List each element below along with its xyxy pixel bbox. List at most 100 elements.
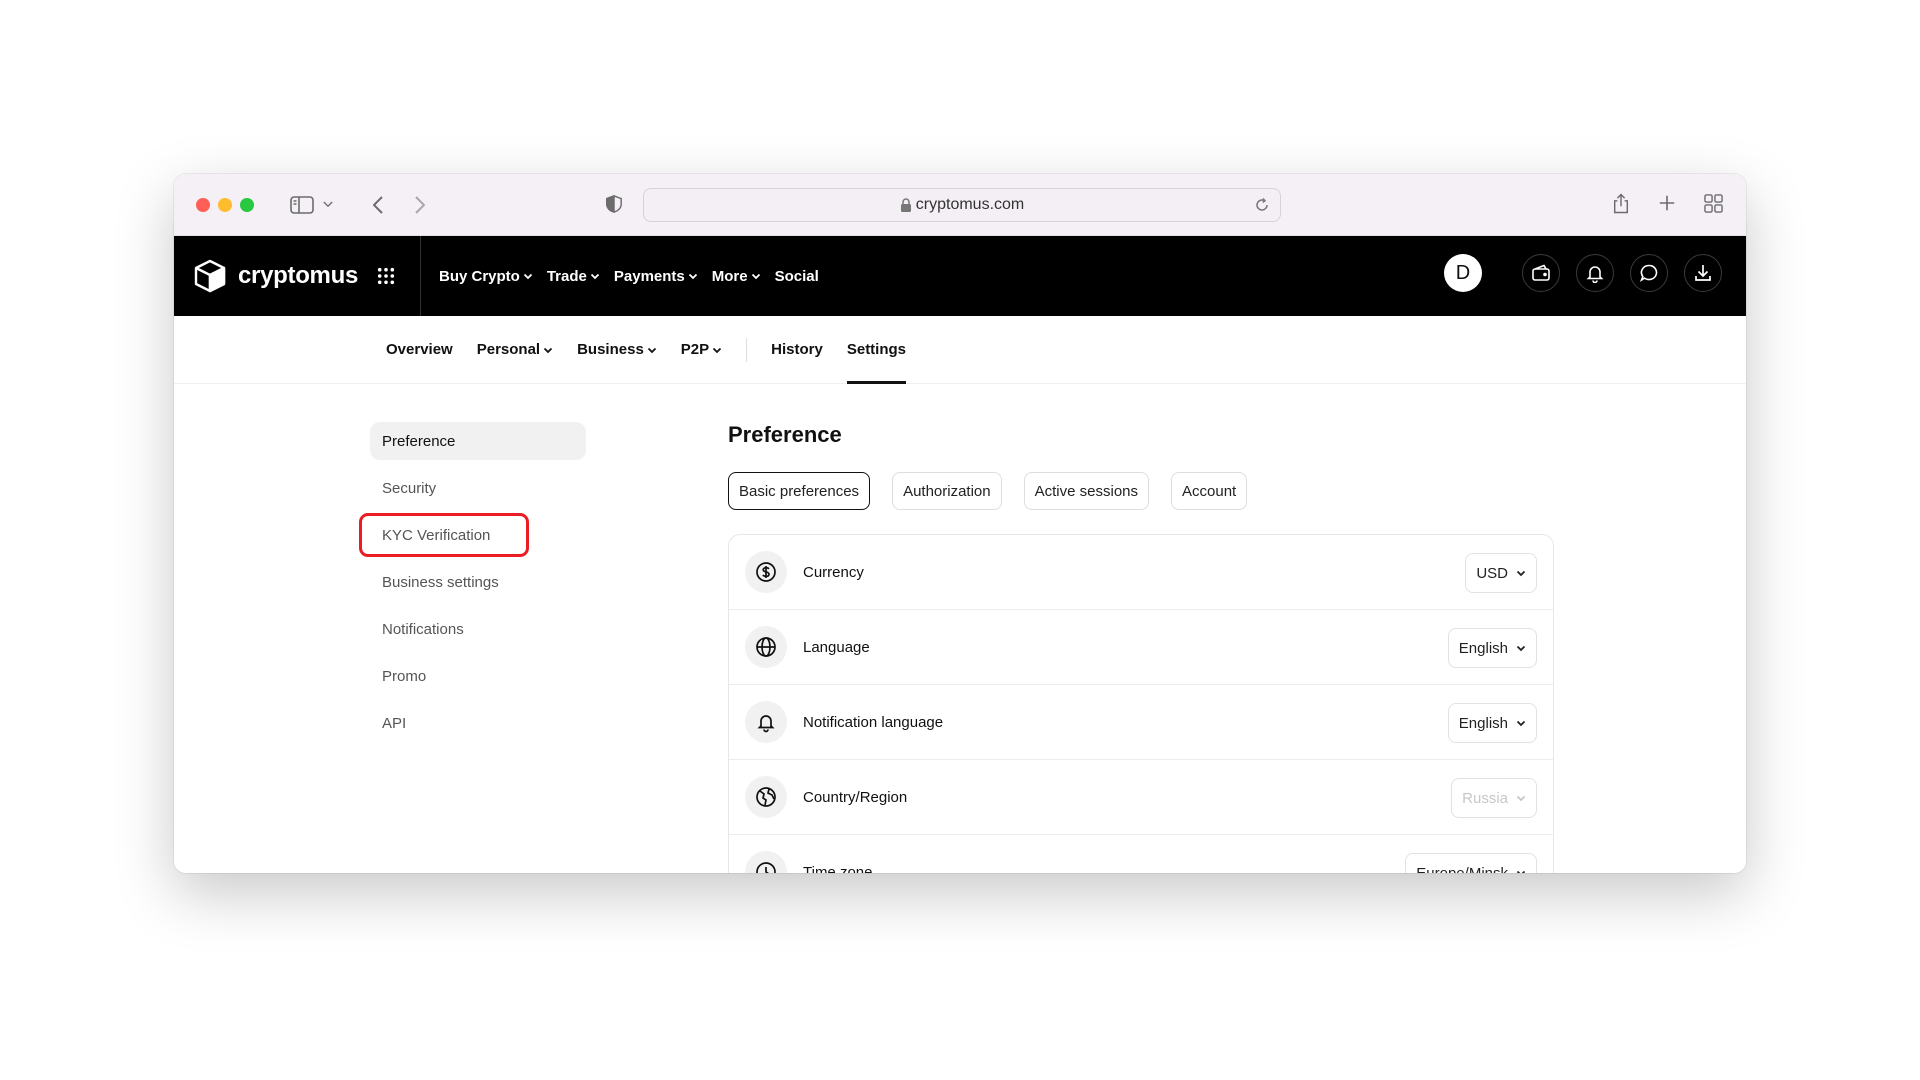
- subnav-overview[interactable]: Overview: [386, 316, 453, 384]
- chevron-down-icon: [543, 347, 553, 353]
- nav-buy-crypto[interactable]: Buy Crypto: [439, 268, 533, 285]
- row-label: Country/Region: [803, 788, 908, 806]
- url-text: cryptomus.com: [915, 196, 1025, 213]
- row-label: Notification language: [803, 713, 944, 731]
- minimize-window-button[interactable]: [218, 197, 232, 212]
- country-region-row: Country/Region Russia: [729, 760, 1553, 835]
- chat-button[interactable]: [1630, 254, 1668, 292]
- reload-icon[interactable]: [1254, 197, 1270, 213]
- currency-row: Currency USD: [729, 535, 1553, 610]
- chevron-down-icon: [688, 273, 697, 280]
- address-bar[interactable]: cryptomus.com: [643, 188, 1281, 222]
- notification-language-row: Notification language English: [729, 685, 1553, 760]
- currency-select[interactable]: USD: [1465, 553, 1537, 593]
- forward-arrow-icon[interactable]: [412, 195, 428, 214]
- chevron-down-icon: [523, 273, 532, 280]
- row-label: Time zone: [803, 863, 873, 874]
- bell-icon: [1586, 266, 1604, 283]
- notification-language-select[interactable]: English: [1447, 703, 1537, 743]
- chevron-down-icon: [1516, 570, 1526, 577]
- nav-label: More: [711, 267, 748, 285]
- time-zone-row: Time zone Europe/Minsk: [729, 835, 1553, 873]
- download-icon: [1695, 265, 1711, 281]
- subnav-label: P2P: [680, 341, 710, 358]
- zoom-window-button[interactable]: [240, 197, 254, 212]
- chevron-down-icon: [713, 347, 722, 353]
- chevron-down-icon: [590, 273, 600, 280]
- clock-icon: [745, 851, 787, 873]
- nav-label: Payments: [613, 267, 685, 285]
- chevron-down-icon[interactable]: [322, 201, 334, 208]
- row-label: Currency: [803, 563, 864, 581]
- privacy-shield-icon[interactable]: [604, 194, 624, 214]
- sidebar-item-preference[interactable]: Preference: [370, 422, 586, 460]
- preference-tabs: Basic preferences Authorization Active s…: [728, 472, 1554, 510]
- chevron-down-icon: [1516, 645, 1526, 652]
- subnav-history[interactable]: History: [771, 316, 823, 384]
- tab-account[interactable]: Account: [1171, 472, 1248, 510]
- nav-social[interactable]: Social: [775, 268, 819, 285]
- chevron-down-icon: [647, 347, 656, 353]
- chat-bubble-icon: [1639, 264, 1658, 282]
- back-arrow-icon[interactable]: [370, 195, 386, 214]
- nav-payments[interactable]: Payments: [614, 268, 698, 285]
- subnav-personal[interactable]: Personal: [477, 316, 553, 384]
- select-value: Russia: [1462, 789, 1508, 807]
- time-zone-select[interactable]: Europe/Minsk: [1405, 853, 1537, 873]
- notifications-button[interactable]: [1576, 254, 1614, 292]
- select-value: English: [1458, 639, 1508, 657]
- subnav-label: Overview: [386, 341, 453, 358]
- country-region-select: Russia: [1451, 778, 1537, 818]
- sidebar-item-label: Business settings: [382, 573, 499, 591]
- avatar[interactable]: D: [1444, 254, 1482, 292]
- sidebar-item-label: Promo: [382, 667, 427, 685]
- subnav-settings[interactable]: Settings: [846, 316, 907, 384]
- settings-sidebar: Preference Security KYC Verification Bus…: [359, 422, 586, 751]
- sidebar-item-kyc-verification[interactable]: KYC Verification: [359, 513, 529, 557]
- tab-basic-preferences[interactable]: Basic preferences: [728, 472, 871, 510]
- language-row: Language English: [729, 610, 1553, 685]
- subnav-label: History: [771, 341, 823, 358]
- close-window-button[interactable]: [196, 197, 210, 212]
- dollar-icon: [745, 551, 787, 593]
- download-button[interactable]: [1684, 254, 1722, 292]
- sidebar-item-promo[interactable]: Promo: [370, 657, 586, 695]
- apps-grid-icon[interactable]: [376, 266, 396, 286]
- chevron-down-icon: [751, 273, 760, 280]
- tab-overview-icon[interactable]: [1702, 192, 1724, 214]
- sidebar-toggle-icon[interactable]: [290, 195, 314, 214]
- browser-window: cryptomus.com cryptomus Buy Crypto Trade…: [174, 174, 1746, 873]
- share-icon[interactable]: [1610, 192, 1632, 214]
- sidebar-item-business-settings[interactable]: Business settings: [370, 563, 586, 601]
- subnav-p2p[interactable]: P2P: [681, 316, 722, 384]
- sub-nav: Overview Personal Business P2P History S…: [174, 316, 1746, 384]
- sidebar-item-label: Security: [382, 479, 437, 497]
- tab-active-sessions[interactable]: Active sessions: [1023, 472, 1149, 510]
- wallet-button[interactable]: [1522, 254, 1560, 292]
- select-value: English: [1458, 714, 1508, 732]
- sidebar-item-notifications[interactable]: Notifications: [370, 610, 586, 648]
- sidebar-item-label: Notifications: [382, 620, 464, 638]
- subnav-label: Settings: [846, 341, 907, 358]
- subnav-divider: [746, 337, 748, 362]
- language-select[interactable]: English: [1447, 628, 1537, 668]
- cryptomus-logo[interactable]: cryptomus: [194, 259, 358, 293]
- nav-label: Trade: [546, 267, 587, 285]
- subnav-business[interactable]: Business: [577, 316, 657, 384]
- header-actions: D: [1444, 254, 1722, 292]
- nav-more[interactable]: More: [712, 268, 761, 285]
- sidebar-item-label: API: [382, 714, 407, 732]
- lock-icon: [900, 198, 912, 212]
- sidebar-item-api[interactable]: API: [370, 704, 586, 742]
- nav-label: Social: [774, 267, 819, 285]
- window-controls: [196, 197, 254, 212]
- nav-trade[interactable]: Trade: [547, 268, 600, 285]
- select-value: Europe/Minsk: [1416, 864, 1508, 874]
- browser-toolbar: cryptomus.com: [174, 174, 1746, 236]
- nav-label: Buy Crypto: [439, 267, 520, 285]
- new-tab-plus-icon[interactable]: [1656, 192, 1678, 214]
- tab-authorization[interactable]: Authorization: [892, 472, 1002, 510]
- chevron-down-icon: [1516, 870, 1526, 873]
- cube-logo-icon: [194, 259, 226, 293]
- sidebar-item-security[interactable]: Security: [370, 469, 586, 507]
